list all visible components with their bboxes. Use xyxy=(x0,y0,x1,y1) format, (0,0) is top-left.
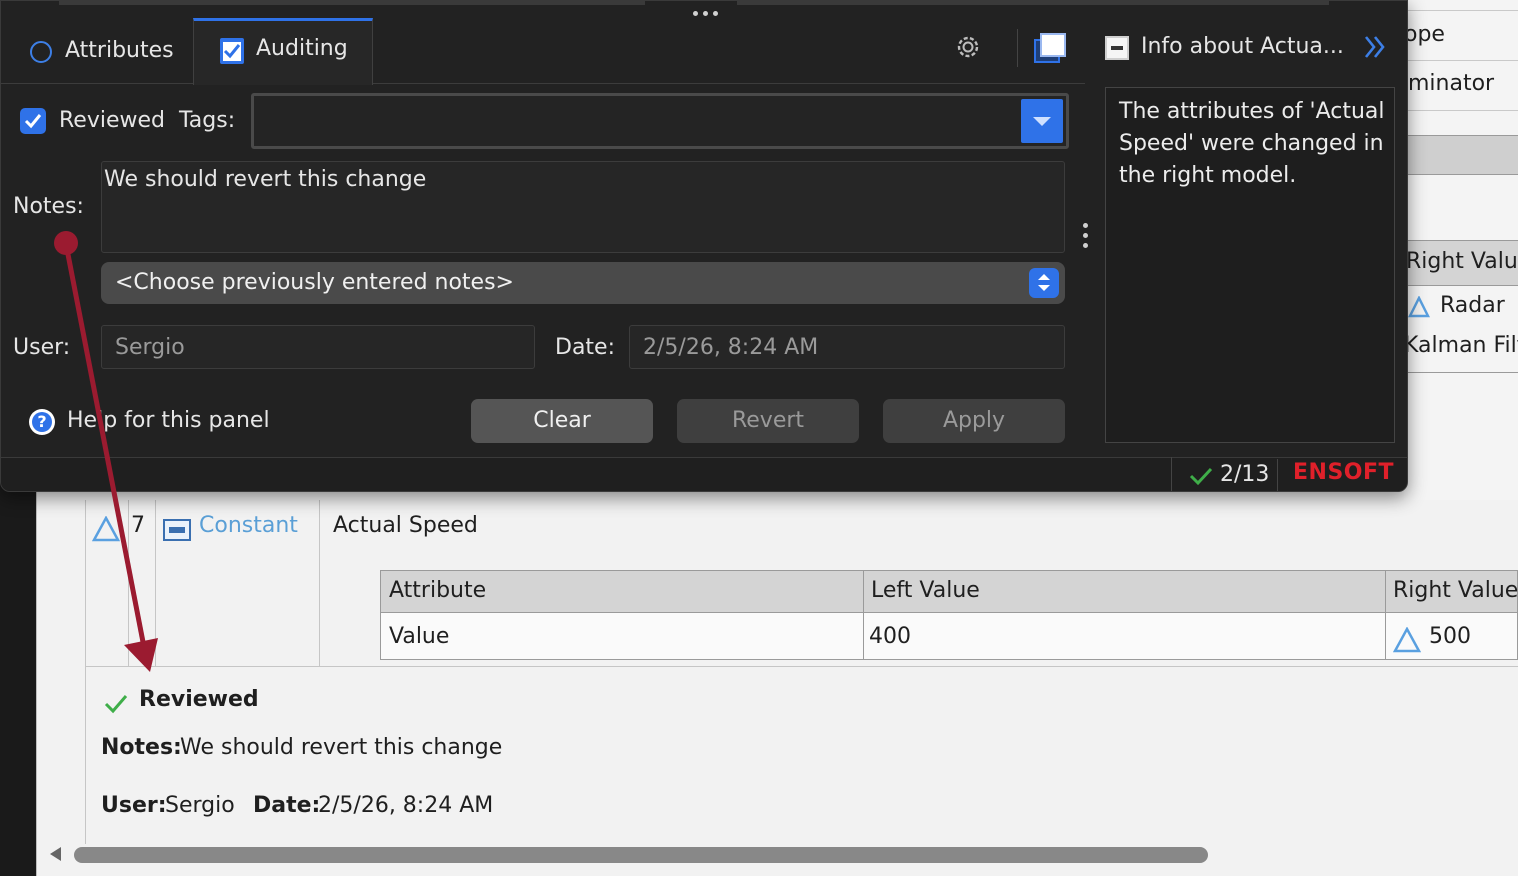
annotation-arrow xyxy=(54,231,158,672)
